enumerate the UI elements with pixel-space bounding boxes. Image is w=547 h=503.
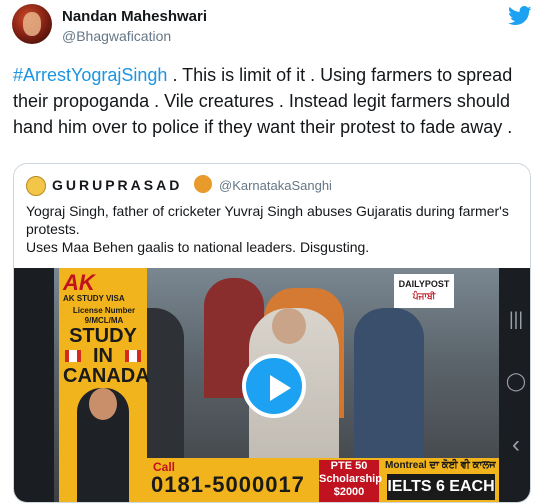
ad-logo: AK: [63, 270, 95, 295]
ticker-pte-box: PTE 50 Scholarship $2000: [319, 460, 382, 502]
ticker-montreal: Montreal ਦਾ ਕੋਈ ਵੀ ਕਾਲਜ: [385, 460, 496, 471]
ticker-pte-line: $2000: [333, 486, 365, 498]
quoted-line: Yograj Singh, father of cricketer Yuvraj…: [26, 203, 509, 237]
watermark-line: DAILYPOST: [398, 279, 450, 289]
ad-headline-line: CANADA: [63, 365, 150, 387]
ad-license: License Number 9/MCL/MA: [67, 306, 141, 326]
recent-apps-icon[interactable]: |||: [496, 304, 536, 334]
ticker-pte-line: Scholarship: [319, 473, 382, 485]
video-speaker-head: [272, 308, 306, 344]
android-nav-bar: ||| ◯ ‹: [496, 300, 536, 470]
back-icon[interactable]: ‹: [496, 430, 536, 460]
ad-person-head: [89, 388, 117, 420]
lion-emoji-icon: [194, 175, 212, 193]
quoted-author-handle[interactable]: @KarnatakaSanghi: [219, 178, 332, 193]
ticker-phone: 0181-5000017: [151, 472, 305, 497]
quoted-tweet[interactable]: GURUPRASAD @KarnatakaSanghi Yograj Singh…: [13, 163, 531, 503]
canada-flag-icon: [65, 350, 81, 362]
quoted-line: Uses Maa Behen gaalis to national leader…: [26, 239, 370, 255]
canada-flag-icon: [125, 350, 141, 362]
ad-headline-line: STUDY: [69, 325, 137, 347]
tweet-body: #ArrestYograjSingh . This is limit of it…: [13, 62, 533, 140]
quoted-author-name[interactable]: GURUPRASAD: [52, 177, 182, 193]
author-name[interactable]: Nandan Maheshwari: [62, 8, 207, 25]
video-player[interactable]: AK AK STUDY VISA License Number 9/MCL/MA…: [14, 268, 530, 502]
watermark-line: ਪੰਜਾਬੀ: [412, 291, 436, 301]
quoted-tweet-text: Yograj Singh, father of cricketer Yuvraj…: [26, 202, 516, 256]
video-ad-ticker: Call 0181-5000017 PTE 50 Scholarship $20…: [147, 458, 499, 502]
ad-subtitle: AK STUDY VISA: [63, 294, 125, 303]
play-icon: [270, 375, 291, 401]
ad-license-line: License Number: [72, 306, 136, 315]
play-button[interactable]: [242, 354, 306, 418]
video-ad-banner: AK AK STUDY VISA License Number 9/MCL/MA…: [59, 268, 150, 502]
author-avatar[interactable]: [12, 4, 52, 44]
home-icon[interactable]: ◯: [496, 366, 536, 396]
author-handle[interactable]: @Bhagwafication: [62, 28, 171, 44]
quoted-author-avatar[interactable]: [26, 176, 46, 196]
ticker-ielts: IELTS 6 EACH: [387, 474, 495, 500]
ticker-pte-line: PTE 50: [330, 460, 368, 472]
hashtag-link[interactable]: #ArrestYograjSingh: [13, 65, 167, 85]
dailypost-watermark: DAILYPOST ਪੰਜਾਬੀ: [394, 274, 454, 308]
video-crowd-figure: [354, 308, 424, 458]
twitter-bird-icon[interactable]: [508, 6, 532, 26]
